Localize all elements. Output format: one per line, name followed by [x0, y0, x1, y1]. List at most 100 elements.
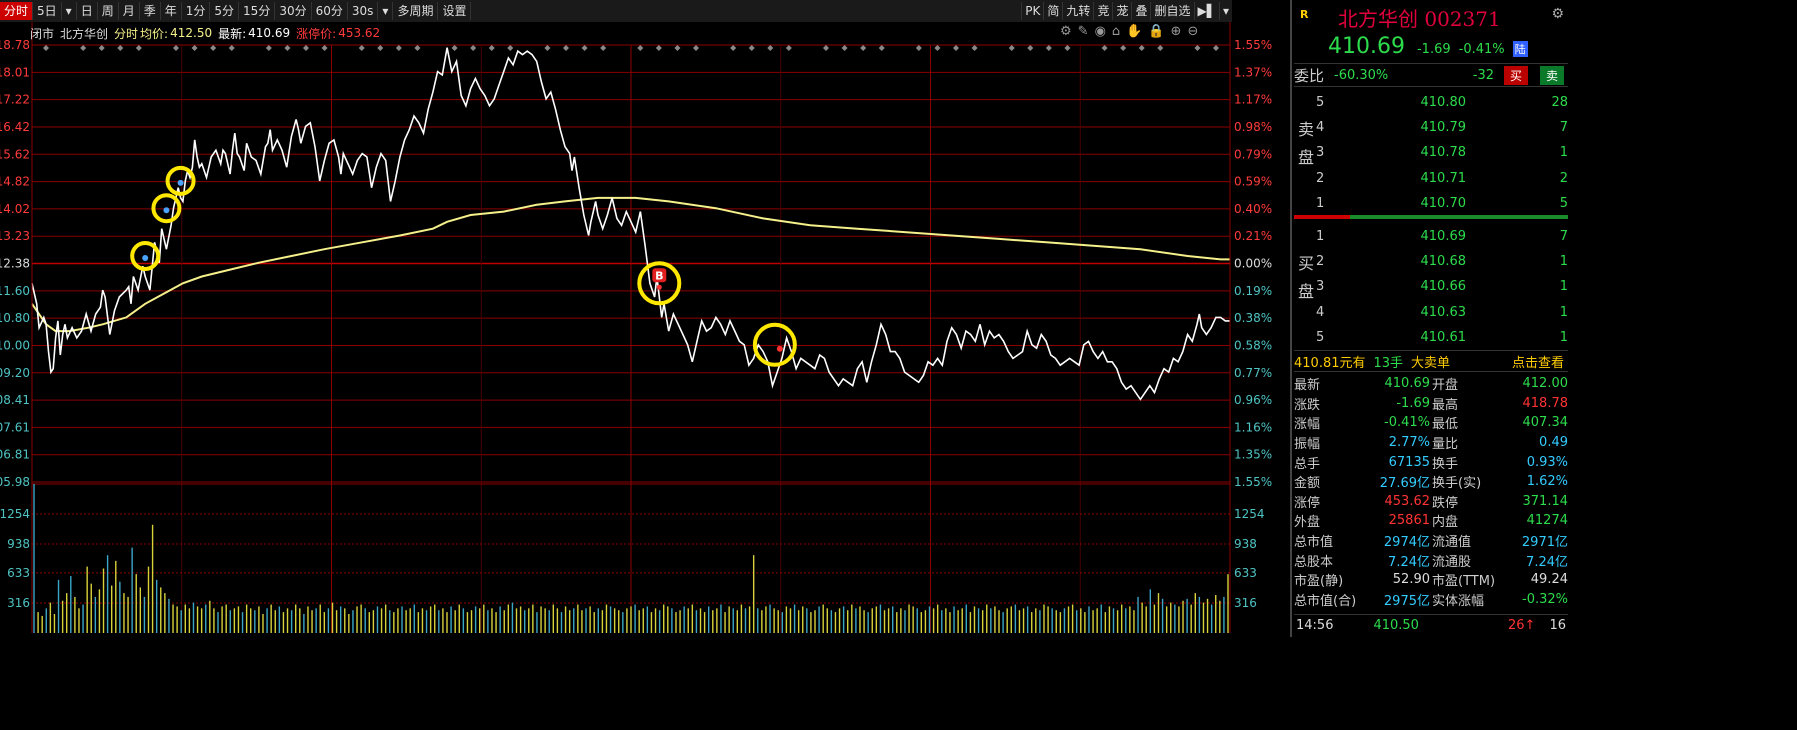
- buy-button[interactable]: 买: [1503, 66, 1528, 85]
- vol-tick-left: 316: [7, 596, 30, 610]
- stat-v2: 1.62%: [1526, 474, 1568, 490]
- connect-badge[interactable]: 陆: [1512, 41, 1528, 57]
- ask-book-price: 410.80: [1420, 94, 1467, 110]
- bid-book-row[interactable]: 2 410.68 1: [1316, 249, 1568, 273]
- ask-book-price: 410.79: [1420, 119, 1467, 135]
- stat-v1: 2974亿: [1383, 535, 1430, 551]
- bid-book-row[interactable]: 1 410.69 7: [1316, 224, 1568, 248]
- stat-row: 总手 67135 换手 0.93%: [1294, 452, 1568, 472]
- y-tick-left: 16.42: [0, 120, 30, 134]
- zoom-in-icon[interactable]: ⊕: [1171, 24, 1182, 39]
- hand-icon[interactable]: ✋: [1126, 24, 1142, 39]
- sell-button[interactable]: 卖: [1539, 66, 1564, 85]
- vol-tick-left: 633: [7, 566, 30, 580]
- stat-v1: 2.77%: [1388, 435, 1430, 451]
- price-row: 410.69 -1.69 -0.41% 陆: [1328, 34, 1528, 59]
- ask-book-row[interactable]: 2 410.71 2: [1316, 166, 1568, 190]
- big-order-link[interactable]: 点击查看: [1512, 352, 1564, 371]
- stat-row: 外盘 25861 内盘 41274: [1294, 511, 1568, 531]
- vol-tick-right: 1254: [1234, 507, 1265, 521]
- stat-v1: 2975亿: [1383, 593, 1430, 609]
- ask-book-lv: 4: [1316, 119, 1325, 135]
- bid-book-lv: 2: [1316, 253, 1325, 269]
- intraday-chart[interactable]: 18.78 1.55% 18.01 1.37% 17.22 1.17% 16.42 0.98%…: [0, 0, 1290, 637]
- bid-book-price: 410.63: [1420, 304, 1467, 320]
- bid-book-price: 410.61: [1420, 330, 1467, 346]
- stat-v1: 453.62: [1384, 493, 1431, 509]
- bid-book-row[interactable]: 4 410.63 1: [1316, 300, 1568, 324]
- stat-v2: 0.49: [1539, 435, 1568, 451]
- signal-dot: [776, 345, 783, 352]
- bid-book-price: 410.69: [1420, 228, 1467, 244]
- y-tick-left: 09.20: [0, 366, 30, 380]
- y-tick-right: 0.98%: [1234, 120, 1272, 134]
- stat-l1: 最新: [1294, 378, 1321, 394]
- stat-v1: -0.41%: [1384, 415, 1430, 431]
- stat-row: 最新 410.69 开盘 412.00: [1294, 374, 1568, 394]
- y-tick-left: 15.62: [0, 147, 30, 161]
- y-tick-left: 11.60: [0, 284, 30, 298]
- ask-book-row[interactable]: 1 410.70 5: [1316, 192, 1568, 216]
- y-tick-left: 08.41: [0, 393, 30, 407]
- stat-l2: 最高: [1432, 397, 1459, 413]
- stat-v1: 410.69: [1384, 376, 1431, 392]
- lock-icon[interactable]: 🔒: [1148, 24, 1164, 39]
- stat-v2: 371.14: [1522, 493, 1569, 509]
- weibi-label: 委比: [1294, 66, 1325, 85]
- stat-v1: 7.24亿: [1388, 554, 1430, 570]
- y-tick-right: 1.16%: [1234, 420, 1272, 434]
- draw-icon[interactable]: ✎: [1078, 24, 1089, 39]
- limit-label: 涨停价:: [296, 26, 337, 41]
- stock-title[interactable]: 北方华创 002371: [1338, 3, 1501, 32]
- bid-book-vol: 1: [1559, 253, 1568, 269]
- stat-v2: 418.78: [1522, 395, 1569, 411]
- bid-book-lv: 3: [1316, 279, 1325, 295]
- stat-row: 总市值(合) 2975亿 实体涨幅 -0.32%: [1294, 590, 1568, 610]
- stat-v1: -1.69: [1396, 395, 1430, 411]
- quote-panel: R 北方华创 002371 ⚙ 410.69 -1.69 -0.41% 陆 委比…: [1290, 0, 1570, 637]
- zoom-out-icon[interactable]: ⊖: [1187, 24, 1198, 39]
- bid-book-lv: 1: [1316, 228, 1325, 244]
- stat-l2: 最低: [1432, 417, 1459, 433]
- y-tick-right: 1.17%: [1234, 93, 1272, 107]
- stat-l1: 金额: [1294, 476, 1321, 492]
- bid-book-vol: 1: [1559, 330, 1568, 346]
- ask-book-lv: 5: [1316, 94, 1325, 110]
- bid-book-row[interactable]: 3 410.66 1: [1316, 275, 1568, 299]
- ask-book-row[interactable]: 5 410.80 28: [1316, 90, 1568, 114]
- bid-book-price: 410.68: [1420, 253, 1467, 269]
- stat-row: 振幅 2.77% 量比 0.49: [1294, 433, 1568, 453]
- y-tick-right: 0.00%: [1234, 257, 1272, 271]
- stat-v2: 0.93%: [1526, 454, 1568, 470]
- y-tick-right: 0.38%: [1234, 311, 1272, 325]
- bid-book-row[interactable]: 5 410.61 1: [1316, 326, 1568, 350]
- ask-book-row[interactable]: 4 410.79 7: [1316, 115, 1568, 139]
- y-tick-left: 06.81: [0, 448, 30, 462]
- gear-icon[interactable]: ⚙: [1551, 6, 1564, 22]
- tick-price: 410.50: [1373, 617, 1419, 633]
- stat-l1: 涨跌: [1294, 397, 1321, 413]
- stat-row: 总股本 7.24亿 流通股 7.24亿: [1294, 550, 1568, 570]
- stat-v2: 2971亿: [1521, 535, 1568, 551]
- ask-book-vol: 2: [1559, 170, 1568, 186]
- stat-v1: 67135: [1388, 454, 1430, 470]
- current-price: 410.69: [1328, 34, 1405, 59]
- ask-book-lv: 3: [1316, 145, 1325, 161]
- stat-l2: 内盘: [1432, 515, 1459, 531]
- y-tick-left: 10.00: [0, 338, 30, 352]
- stock-name: 北方华创: [60, 26, 109, 41]
- chart-tools: ⚙ ✎ ◉ ⌂ ✋ 🔒 ⊕ ⊖: [1060, 24, 1198, 39]
- bid-book: 买 盘 1 410.69 7 2 410.68 1 3 410.66 1 4 410.63 1 5 410…: [1294, 222, 1568, 348]
- settings-icon[interactable]: ⚙: [1060, 24, 1072, 39]
- stat-v1: 27.69亿: [1379, 476, 1430, 492]
- y-tick-right: 1.37%: [1234, 65, 1272, 79]
- last-label: 最新:: [218, 26, 247, 41]
- ask-book-row[interactable]: 3 410.78 1: [1316, 141, 1568, 165]
- eye-icon[interactable]: ◉: [1095, 24, 1106, 39]
- stat-row: 市盈(静) 52.90 市盈(TTM) 49.24: [1294, 570, 1568, 590]
- home-icon[interactable]: ⌂: [1112, 24, 1120, 39]
- buy-signal-dot: [656, 284, 662, 290]
- ask-book-price: 410.78: [1420, 145, 1467, 161]
- y-tick-left: 18.78: [0, 38, 30, 52]
- up-arrow-icon: ↑: [1524, 617, 1536, 633]
